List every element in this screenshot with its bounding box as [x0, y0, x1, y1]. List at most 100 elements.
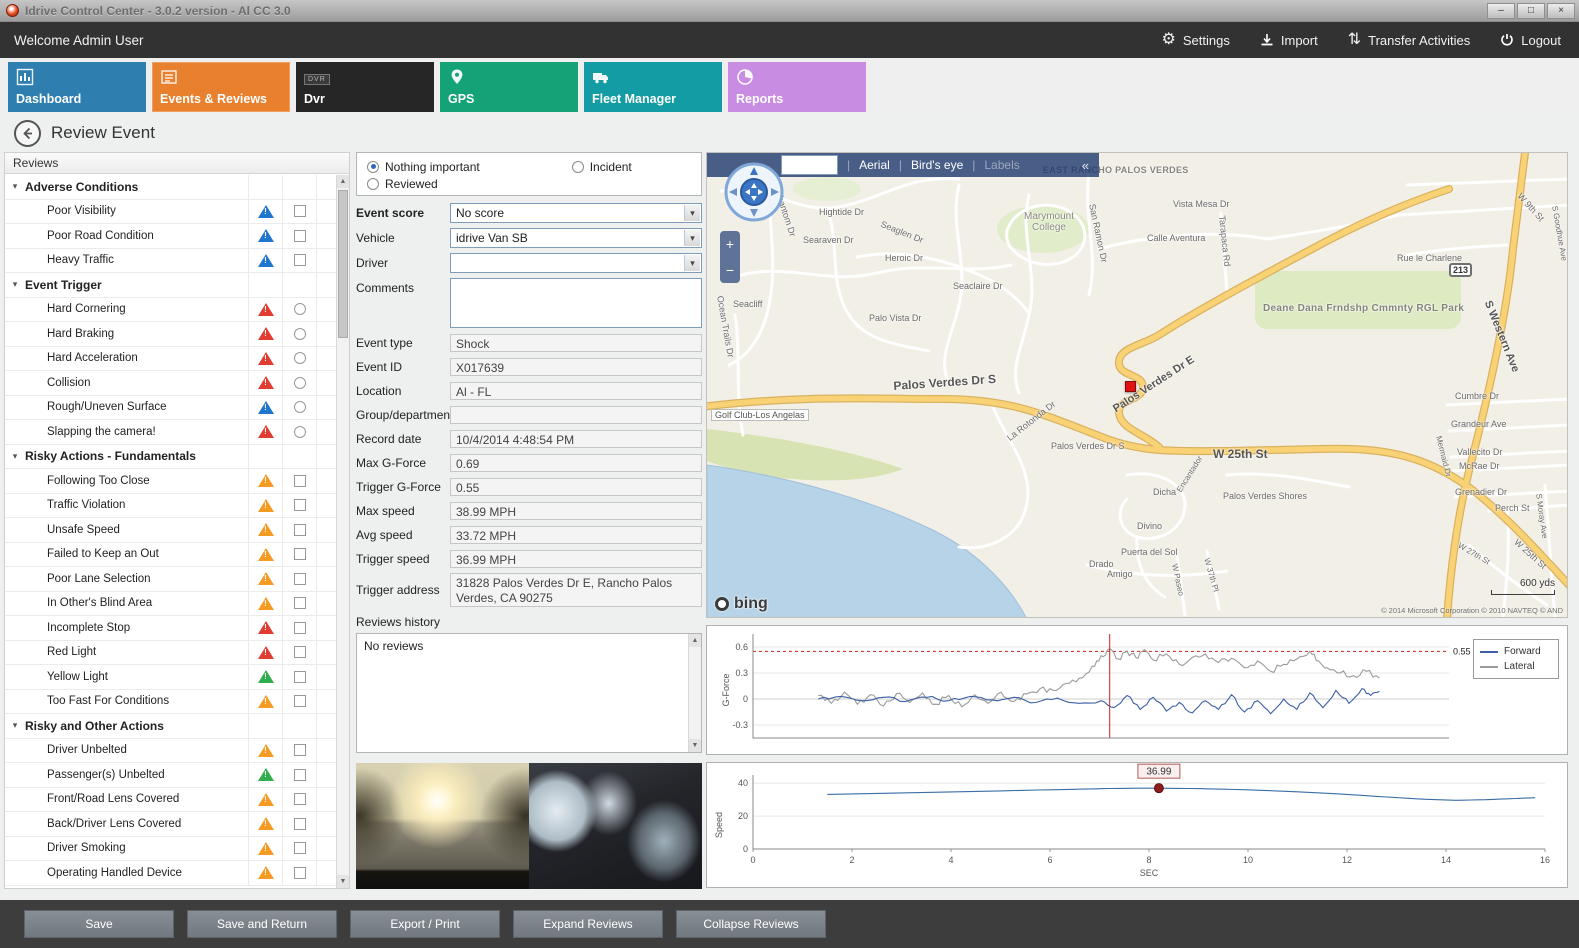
map-mode-bird-s-eye[interactable]: Bird's eye — [911, 158, 963, 172]
checkbox[interactable] — [294, 573, 306, 585]
tab-reports[interactable]: Reports — [728, 62, 866, 112]
checkbox[interactable] — [294, 230, 306, 242]
checkbox[interactable] — [294, 769, 306, 781]
scroll-up-icon[interactable] — [337, 175, 349, 188]
checkbox[interactable] — [294, 254, 306, 266]
vehicle-select[interactable]: idrive Van SB — [450, 228, 702, 248]
checkbox[interactable] — [294, 793, 306, 805]
history-scrollbar[interactable] — [688, 634, 701, 752]
import-button[interactable]: Import — [1260, 33, 1318, 48]
checkbox[interactable] — [294, 205, 306, 217]
checkbox[interactable] — [294, 695, 306, 707]
scroll-up-icon[interactable] — [689, 634, 701, 647]
save-and-return-button[interactable]: Save and Return — [187, 910, 337, 938]
review-item-row[interactable]: Driver Smoking! — [5, 837, 336, 862]
checkbox[interactable] — [294, 499, 306, 511]
review-item-row[interactable]: In Other's Blind Area! — [5, 592, 336, 617]
review-item-row[interactable]: Unsafe Speed! — [5, 518, 336, 543]
minimize-button[interactable]: – — [1487, 3, 1515, 19]
checkbox[interactable] — [294, 622, 306, 634]
radio-icon[interactable] — [367, 178, 379, 190]
review-item-row[interactable]: Hard Acceleration! — [5, 347, 336, 372]
review-item-row[interactable]: Following Too Close! — [5, 469, 336, 494]
maximize-button[interactable]: □ — [1517, 3, 1545, 19]
driver-select[interactable] — [450, 253, 702, 273]
review-item-row[interactable]: Heavy Traffic! — [5, 249, 336, 274]
map-mode-aerial[interactable]: Aerial — [859, 158, 890, 172]
window-titlebar[interactable]: Idrive Control Center - 3.0.2 version - … — [0, 0, 1579, 22]
back-button[interactable] — [14, 120, 41, 147]
tab-fleet-manager[interactable]: Fleet Manager — [584, 62, 722, 112]
review-item-row[interactable]: Slapping the camera!! — [5, 420, 336, 445]
checkbox[interactable] — [294, 524, 306, 536]
checkbox[interactable] — [294, 744, 306, 756]
review-item-row[interactable]: Hard Cornering! — [5, 298, 336, 323]
cabin-camera-video[interactable] — [529, 763, 702, 889]
scroll-down-icon[interactable] — [337, 875, 349, 888]
radio-icon[interactable] — [367, 161, 379, 173]
status-option-reviewed[interactable]: Reviewed — [367, 177, 438, 191]
comments-textarea[interactable] — [450, 278, 702, 328]
chevron-down-icon[interactable]: ▾ — [5, 181, 25, 192]
checkbox[interactable] — [294, 597, 306, 609]
radio-button[interactable] — [294, 352, 306, 364]
chevron-down-icon[interactable] — [684, 205, 700, 221]
review-item-row[interactable]: Operating Handled Device! — [5, 861, 336, 886]
event-location-marker[interactable] — [1125, 381, 1136, 392]
reviews-scrollbar[interactable] — [336, 175, 349, 888]
collapse-reviews-button[interactable]: Collapse Reviews — [676, 910, 826, 938]
review-item-row[interactable]: Incomplete Stop! — [5, 616, 336, 641]
review-item-row[interactable]: Rough/Uneven Surface! — [5, 396, 336, 421]
checkbox[interactable] — [294, 646, 306, 658]
chevron-down-icon[interactable] — [684, 230, 700, 246]
review-item-row[interactable]: Traffic Violation! — [5, 494, 336, 519]
chevron-down-icon[interactable]: ▾ — [5, 720, 25, 731]
map-mode-labels[interactable]: Labels — [984, 158, 1019, 172]
zoom-in-button[interactable] — [720, 233, 740, 255]
front-camera-video[interactable] — [356, 763, 529, 889]
review-group-row[interactable]: ▾Risky Actions - Fundamentals — [5, 445, 336, 470]
review-item-row[interactable]: Front/Road Lens Covered! — [5, 788, 336, 813]
checkbox[interactable] — [294, 867, 306, 879]
review-item-row[interactable]: Poor Road Condition! — [5, 224, 336, 249]
review-item-row[interactable]: Passenger(s) Unbelted! — [5, 763, 336, 788]
review-item-row[interactable]: Collision! — [5, 371, 336, 396]
bing-map[interactable]: EAST RANCHO PALOS VERDESMarymount Colleg… — [706, 152, 1568, 618]
radio-icon[interactable] — [572, 161, 584, 173]
review-item-row[interactable]: Driver Unbelted! — [5, 739, 336, 764]
review-group-row[interactable]: ▾Event Trigger — [5, 273, 336, 298]
transfer-activities-button[interactable]: ⇅ Transfer Activities — [1348, 32, 1471, 48]
expand-reviews-button[interactable]: Expand Reviews — [513, 910, 663, 938]
checkbox[interactable] — [294, 548, 306, 560]
event-score-select[interactable]: No score — [450, 203, 702, 223]
settings-button[interactable]: ⚙ Settings — [1162, 32, 1230, 48]
chevron-down-icon[interactable]: ▾ — [5, 279, 25, 290]
scroll-down-icon[interactable] — [689, 739, 701, 752]
tab-events-reviews[interactable]: Events & Reviews — [152, 62, 290, 112]
radio-button[interactable] — [294, 426, 306, 438]
tab-dashboard[interactable]: Dashboard — [8, 62, 146, 112]
status-option-nothing-important[interactable]: Nothing important — [367, 160, 480, 174]
map-mode-road[interactable]: Road — [781, 155, 838, 175]
review-item-row[interactable]: Hard Braking! — [5, 322, 336, 347]
chevron-down-icon[interactable] — [684, 255, 700, 271]
review-item-row[interactable]: Failed to Keep an Out! — [5, 543, 336, 568]
close-button[interactable]: × — [1547, 3, 1575, 19]
review-group-row[interactable]: ▾Risky and Other Actions — [5, 714, 336, 739]
checkbox[interactable] — [294, 671, 306, 683]
review-group-row[interactable]: ▾Adverse Conditions — [5, 175, 336, 200]
chevron-down-icon[interactable]: ▾ — [5, 451, 25, 462]
review-item-row[interactable]: Too Fast For Conditions! — [5, 690, 336, 715]
tab-gps[interactable]: GPS — [440, 62, 578, 112]
radio-button[interactable] — [294, 377, 306, 389]
map-toolbar-collapse-button[interactable]: « — [1082, 158, 1099, 173]
radio-button[interactable] — [294, 328, 306, 340]
map-compass-control[interactable] — [723, 161, 785, 223]
checkbox[interactable] — [294, 842, 306, 854]
logout-button[interactable]: Logout — [1500, 33, 1561, 48]
zoom-out-button[interactable] — [720, 259, 740, 281]
scrollbar-thumb[interactable] — [338, 190, 348, 338]
checkbox[interactable] — [294, 818, 306, 830]
review-item-row[interactable]: Poor Lane Selection! — [5, 567, 336, 592]
tab-dvr[interactable]: DVR Dvr — [296, 62, 434, 112]
